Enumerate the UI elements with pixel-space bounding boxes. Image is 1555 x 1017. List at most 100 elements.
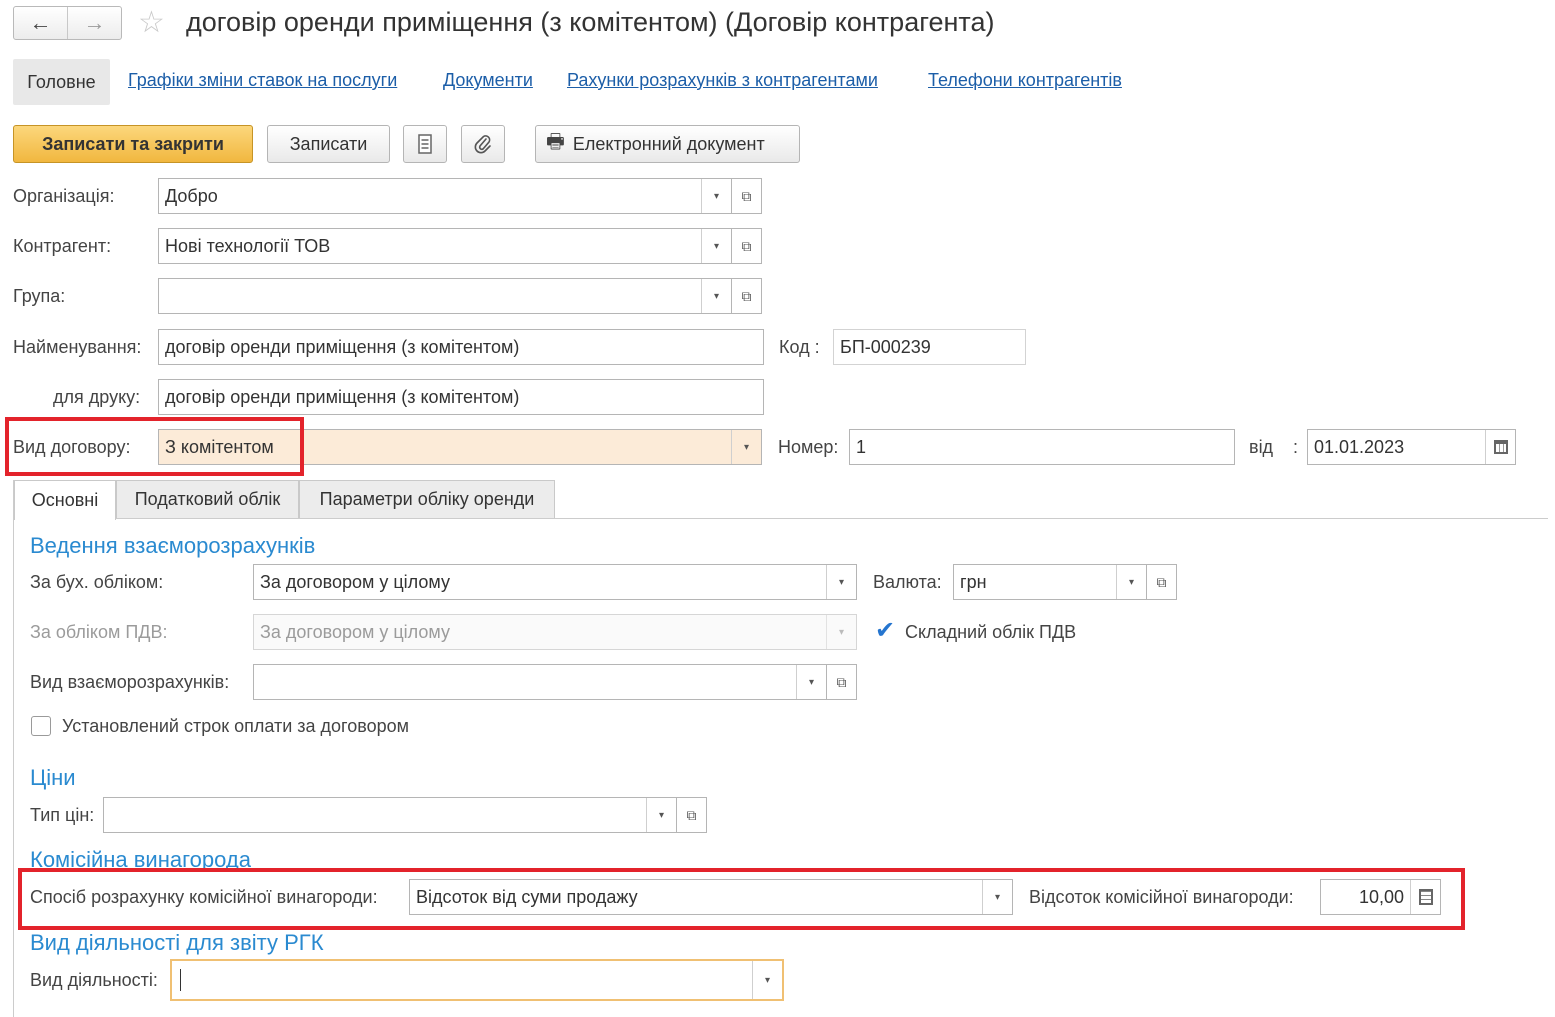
- number-input[interactable]: 1: [849, 429, 1235, 465]
- section-settlements-heading: Ведення взаєморозрахунків: [30, 533, 316, 558]
- code-value: БП-000239: [840, 336, 931, 357]
- electronic-document-label: Електронний документ: [572, 133, 765, 154]
- number-value: 1: [856, 436, 867, 457]
- activity-type-value: [172, 961, 752, 999]
- price-type-label: Тип цін:: [30, 805, 95, 825]
- name-input[interactable]: договір оренди приміщення (з комітентом): [158, 329, 764, 365]
- date-field[interactable]: 01.01.2023: [1307, 429, 1516, 465]
- section-activity-heading: Вид діяльності для звіту РГК: [30, 930, 324, 955]
- date-colon: :: [1293, 437, 1299, 457]
- vat-accounting-value: За договором у цілому: [260, 621, 450, 642]
- chevron-down-icon[interactable]: ▾: [646, 798, 676, 832]
- chevron-down-icon[interactable]: ▾: [1116, 565, 1146, 599]
- open-price-type-icon[interactable]: ⧉: [677, 797, 707, 833]
- forward-arrow-icon[interactable]: →: [67, 7, 121, 39]
- save-and-close-button[interactable]: Записати та закрити: [13, 125, 253, 163]
- page-title: договір оренди приміщення (з комітентом)…: [186, 7, 995, 37]
- chevron-down-icon[interactable]: ▾: [826, 565, 856, 599]
- print-name-label: для друку:: [53, 387, 141, 407]
- counterparty-value: Нові технології ТОВ: [165, 235, 331, 256]
- tab-main[interactable]: Основні: [14, 480, 116, 520]
- section-prices-heading: Ціни: [30, 765, 76, 790]
- chevron-down-icon[interactable]: ▾: [982, 880, 1012, 914]
- complex-vat-checkbox[interactable]: ✔: [875, 619, 895, 643]
- currency-field[interactable]: грн ▾: [953, 564, 1147, 600]
- attach-button[interactable]: [461, 125, 505, 163]
- commission-percent-label: Відсоток комісійної винагороди:: [1029, 887, 1294, 907]
- group-value: [159, 279, 701, 313]
- commission-percent-field[interactable]: 10,00: [1320, 879, 1441, 915]
- paperclip-icon: [474, 135, 491, 154]
- complex-vat-label: Складний облік ПДВ: [905, 622, 1077, 642]
- settlement-type-value: [254, 665, 796, 699]
- printer-icon: 🖶: [546, 131, 565, 153]
- name-label: Найменування:: [13, 337, 142, 357]
- calculator-icon: [1418, 889, 1433, 905]
- payment-term-checkbox[interactable]: [31, 716, 51, 736]
- price-type-field[interactable]: ▾: [103, 797, 677, 833]
- settlement-type-label: Вид взаєморозрахунків:: [30, 672, 230, 692]
- document-list-icon: [418, 134, 432, 154]
- activity-type-field[interactable]: ▾: [170, 959, 784, 1001]
- tab-lease-parameters[interactable]: Параметри обліку оренди: [299, 480, 555, 518]
- chevron-down-icon[interactable]: ▾: [701, 279, 731, 313]
- nav-link-settlement-accounts[interactable]: Рахунки розрахунків з контрагентами: [567, 70, 878, 91]
- tab-panel-border: [13, 480, 14, 1017]
- price-type-value: [104, 798, 646, 832]
- favorite-star-icon[interactable]: ☆: [138, 6, 165, 40]
- activity-type-label: Вид діяльності:: [30, 970, 158, 990]
- nav-link-rate-schedules[interactable]: Графіки зміни ставок на послуги: [128, 70, 397, 91]
- open-organization-icon[interactable]: ⧉: [732, 178, 762, 214]
- nav-link-phones[interactable]: Телефони контрагентів: [928, 70, 1122, 91]
- calculator-button[interactable]: [1410, 880, 1440, 914]
- contract-type-highlight: [5, 417, 304, 476]
- counterparty-field[interactable]: Нові технології ТОВ ▾: [158, 228, 732, 264]
- group-field[interactable]: ▾: [158, 278, 732, 314]
- chevron-down-icon: ▾: [826, 615, 856, 649]
- currency-value: грн: [960, 571, 987, 592]
- code-field: БП-000239: [833, 329, 1026, 365]
- payment-term-label: Установлений строк оплати за договором: [62, 716, 409, 736]
- open-group-icon[interactable]: ⧉: [732, 278, 762, 314]
- organization-field[interactable]: Добро ▾: [158, 178, 732, 214]
- save-button[interactable]: Записати: [267, 125, 390, 163]
- chevron-down-icon[interactable]: ▾: [752, 961, 782, 999]
- code-label: Код :: [779, 337, 820, 357]
- accounting-label: За бух. обліком:: [30, 572, 164, 592]
- organization-label: Організація:: [13, 186, 115, 206]
- accounting-value: За договором у цілому: [260, 571, 450, 592]
- number-label: Номер:: [778, 437, 839, 457]
- report-button[interactable]: [403, 125, 447, 163]
- print-name-input[interactable]: договір оренди приміщення (з комітентом): [158, 379, 764, 415]
- accounting-field[interactable]: За договором у цілому ▾: [253, 564, 857, 600]
- chevron-down-icon[interactable]: ▾: [701, 179, 731, 213]
- chevron-down-icon[interactable]: ▾: [796, 665, 826, 699]
- text-cursor: [180, 969, 181, 991]
- commission-percent-value: 10,00: [1358, 886, 1404, 907]
- calendar-button[interactable]: [1485, 430, 1515, 464]
- open-currency-icon[interactable]: ⧉: [1147, 564, 1177, 600]
- commission-method-value: Відсоток від суми продажу: [416, 886, 638, 907]
- nav-main[interactable]: Головне: [13, 59, 110, 105]
- chevron-down-icon[interactable]: ▾: [701, 229, 731, 263]
- electronic-document-button[interactable]: 🖶 Електронний документ: [535, 125, 800, 163]
- counterparty-label: Контрагент:: [13, 236, 112, 256]
- settlement-type-field[interactable]: ▾: [253, 664, 827, 700]
- tab-tax-accounting[interactable]: Податковий облік: [116, 480, 299, 518]
- back-arrow-icon[interactable]: ←: [14, 7, 67, 39]
- date-value: 01.01.2023: [1314, 436, 1405, 457]
- currency-label: Валюта:: [873, 572, 942, 592]
- calendar-icon: [1493, 440, 1508, 454]
- tab-underline: [116, 518, 1548, 519]
- nav-link-documents[interactable]: Документи: [443, 70, 533, 91]
- open-counterparty-icon[interactable]: ⧉: [732, 228, 762, 264]
- commission-method-field[interactable]: Відсоток від суми продажу ▾: [409, 879, 1013, 915]
- open-settlement-type-icon[interactable]: ⧉: [827, 664, 857, 700]
- name-value: договір оренди приміщення (з комітентом): [165, 336, 520, 357]
- chevron-down-icon[interactable]: ▾: [731, 430, 761, 464]
- date-label: від: [1249, 437, 1274, 457]
- group-label: Група:: [13, 286, 66, 306]
- print-name-value: договір оренди приміщення (з комітентом): [165, 386, 520, 407]
- vat-accounting-field: За договором у цілому ▾: [253, 614, 857, 650]
- vat-accounting-label: За обліком ПДВ:: [30, 622, 168, 642]
